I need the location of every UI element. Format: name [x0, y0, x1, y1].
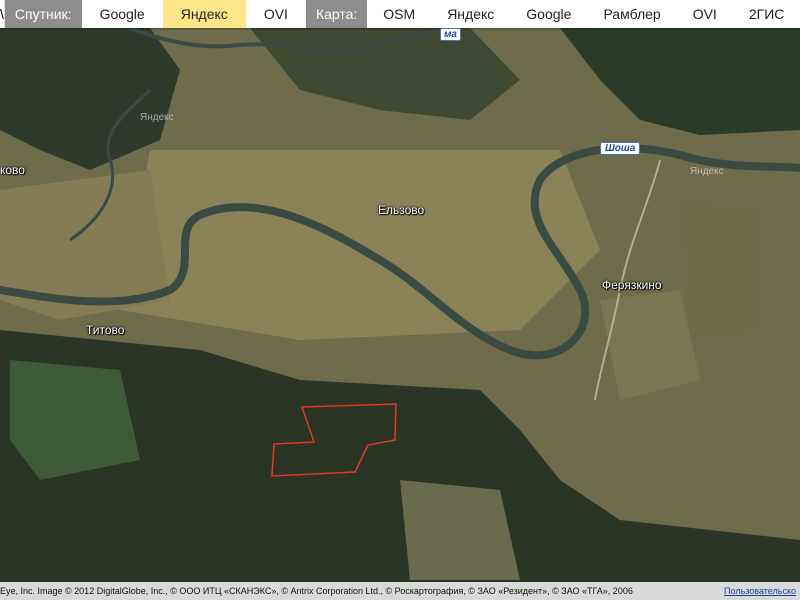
- watermark-yandex: Яндекс: [140, 112, 174, 123]
- place-elzovo: Ельзово: [378, 203, 425, 217]
- watermark-yandex: Яндекс: [690, 166, 724, 177]
- place-feryazkino: Ферязкино: [602, 278, 662, 292]
- satellite-ovi[interactable]: OVI: [246, 0, 306, 28]
- river-label-top: ма: [440, 28, 461, 41]
- satellite-map[interactable]: [0, 0, 800, 600]
- attribution-text: eoEye, Inc. Image © 2012 DigitalGlobe, I…: [0, 586, 633, 596]
- field-east: [680, 200, 760, 340]
- map-rambler[interactable]: Рамблер: [587, 0, 676, 28]
- attribution-bar: eoEye, Inc. Image © 2012 DigitalGlobe, I…: [0, 582, 800, 600]
- user-agreement-link[interactable]: Пользовательско: [724, 586, 796, 596]
- map-yandex[interactable]: Яндекс: [431, 0, 510, 28]
- satellite-label: Спутник:: [4, 0, 82, 28]
- satellite-google[interactable]: Google: [82, 0, 163, 28]
- river-label-shosha: Шоша: [600, 142, 641, 155]
- map-google[interactable]: Google: [510, 0, 587, 28]
- toolbar: \ Спутник: Google Яндекс OVI Карта: OSM …: [0, 0, 800, 28]
- map-osm[interactable]: OSM: [367, 0, 431, 28]
- map-ovi[interactable]: OVI: [677, 0, 733, 28]
- map-label: Карта:: [305, 0, 368, 28]
- map-2gis[interactable]: 2ГИС: [733, 0, 800, 28]
- place-titovo: Титово: [86, 323, 125, 337]
- place-kovo: ково: [0, 163, 25, 177]
- satellite-yandex[interactable]: Яндекс: [162, 0, 246, 28]
- field-southwest: [10, 360, 140, 480]
